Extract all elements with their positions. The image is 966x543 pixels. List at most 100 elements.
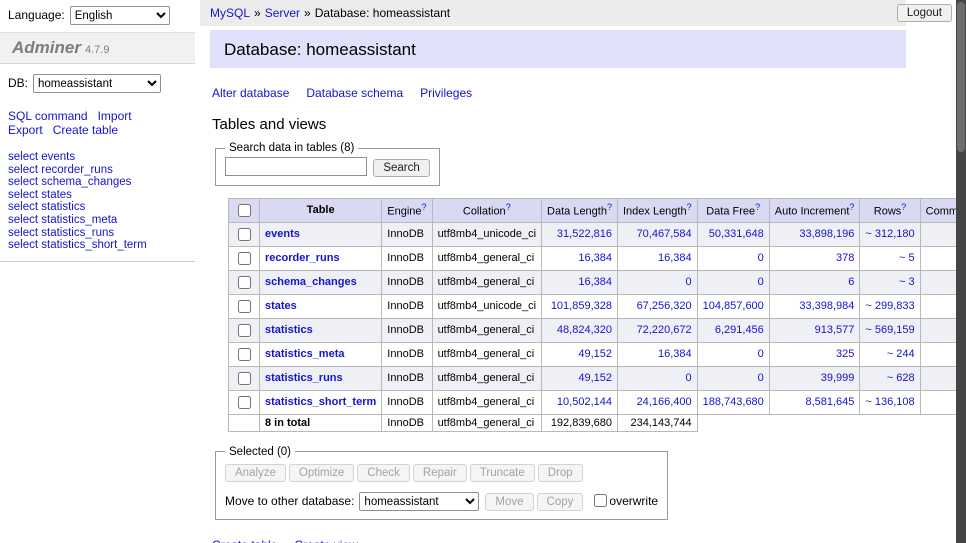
row-checkbox[interactable] <box>238 324 251 337</box>
row-checkbox[interactable] <box>238 300 251 313</box>
sidebar-action-link[interactable]: SQL command <box>8 109 88 123</box>
data-length-link[interactable]: 10,502,144 <box>557 396 612 408</box>
table-name-link[interactable]: statistics_meta <box>265 348 345 360</box>
auto-increment-link[interactable]: 6 <box>848 276 854 288</box>
table-select-link[interactable]: select <box>8 201 38 213</box>
select-all-checkbox[interactable] <box>238 204 251 217</box>
row-checkbox[interactable] <box>238 276 251 289</box>
rows-count-link[interactable]: ~ 312,180 <box>865 228 914 240</box>
table-link[interactable]: statistics <box>41 201 85 213</box>
table-name-link[interactable]: recorder_runs <box>265 252 340 264</box>
rows-count-link[interactable]: ~ 569,159 <box>865 324 914 336</box>
language-select[interactable]: English <box>70 6 170 25</box>
data-free-link[interactable]: 6,291,456 <box>715 324 764 336</box>
table-name-link[interactable]: statistics_short_term <box>265 396 376 408</box>
table-link[interactable]: statistics_runs <box>41 227 114 239</box>
data-length-link[interactable]: 16,384 <box>578 252 612 264</box>
analyze-button[interactable]: Analyze <box>225 464 286 482</box>
help-icon[interactable]: ? <box>755 202 760 212</box>
index-length-link[interactable]: 24,166,400 <box>637 396 692 408</box>
table-select-link[interactable]: select <box>8 227 38 239</box>
table-select-link[interactable]: select <box>8 189 38 201</box>
table-select-link[interactable]: select <box>8 214 38 226</box>
data-length-link[interactable]: 48,824,320 <box>557 324 612 336</box>
help-icon[interactable]: ? <box>422 202 427 212</box>
table-link[interactable]: statistics_meta <box>41 214 117 226</box>
auto-increment-link[interactable]: 913,577 <box>815 324 855 336</box>
rows-count-link[interactable]: ~ 3 <box>899 276 915 288</box>
rows-count-link[interactable]: ~ 5 <box>899 252 915 264</box>
auto-increment-link[interactable]: 33,898,196 <box>799 228 854 240</box>
rows-count-link[interactable]: ~ 628 <box>887 372 915 384</box>
data-length-link[interactable]: 16,384 <box>578 276 612 288</box>
index-length-link[interactable]: 0 <box>686 276 692 288</box>
table-name-link[interactable]: schema_changes <box>265 276 357 288</box>
table-link[interactable]: statistics_short_term <box>41 239 146 251</box>
search-button[interactable]: Search <box>373 159 429 177</box>
db-action-link[interactable]: Database schema <box>306 86 403 100</box>
table-name-link[interactable]: statistics <box>265 324 313 336</box>
help-icon[interactable]: ? <box>849 202 854 212</box>
move-button[interactable]: Move <box>485 493 533 511</box>
index-length-link[interactable]: 72,220,672 <box>637 324 692 336</box>
row-checkbox[interactable] <box>238 396 251 409</box>
help-icon[interactable]: ? <box>687 202 692 212</box>
index-length-link[interactable]: 16,384 <box>658 348 692 360</box>
rows-count-link[interactable]: ~ 136,108 <box>865 396 914 408</box>
logout-button[interactable]: Logout <box>897 4 952 22</box>
index-length-link[interactable]: 16,384 <box>658 252 692 264</box>
table-name-link[interactable]: events <box>265 228 300 240</box>
db-action-link[interactable]: Privileges <box>420 86 472 100</box>
table-select-link[interactable]: select <box>8 239 38 251</box>
create-link[interactable]: Create view <box>294 538 357 543</box>
optimize-button[interactable]: Optimize <box>289 464 354 482</box>
overwrite-checkbox[interactable] <box>594 494 607 507</box>
table-select-link[interactable]: select <box>8 164 38 176</box>
repair-button[interactable]: Repair <box>413 464 467 482</box>
data-free-link[interactable]: 0 <box>758 348 764 360</box>
table-select-link[interactable]: select <box>8 151 38 163</box>
sidebar-action-link[interactable]: Create table <box>53 123 118 137</box>
move-db-select[interactable]: homeassistant <box>359 492 479 511</box>
data-length-link[interactable]: 49,152 <box>578 348 612 360</box>
search-input[interactable] <box>225 157 367 176</box>
db-action-link[interactable]: Alter database <box>212 86 289 100</box>
scrollbar-thumb[interactable] <box>957 2 965 152</box>
help-icon[interactable]: ? <box>901 202 906 212</box>
create-link[interactable]: Create table <box>212 538 277 543</box>
scrollbar[interactable] <box>956 0 966 543</box>
data-length-link[interactable]: 49,152 <box>578 372 612 384</box>
table-link[interactable]: schema_changes <box>41 176 131 188</box>
check-button[interactable]: Check <box>357 464 410 482</box>
data-free-link[interactable]: 0 <box>758 276 764 288</box>
truncate-button[interactable]: Truncate <box>470 464 535 482</box>
data-free-link[interactable]: 0 <box>758 372 764 384</box>
table-link[interactable]: states <box>41 189 72 201</box>
row-checkbox[interactable] <box>238 372 251 385</box>
auto-increment-link[interactable]: 325 <box>836 348 854 360</box>
row-checkbox[interactable] <box>238 228 251 241</box>
auto-increment-link[interactable]: 39,999 <box>821 372 855 384</box>
help-icon[interactable]: ? <box>506 202 511 212</box>
data-free-link[interactable]: 50,331,648 <box>709 228 764 240</box>
data-free-link[interactable]: 0 <box>758 252 764 264</box>
index-length-link[interactable]: 70,467,584 <box>637 228 692 240</box>
rows-count-link[interactable]: ~ 244 <box>887 348 915 360</box>
data-free-link[interactable]: 188,743,680 <box>703 396 764 408</box>
index-length-link[interactable]: 0 <box>686 372 692 384</box>
table-name-link[interactable]: states <box>265 300 297 312</box>
table-link[interactable]: events <box>41 151 75 163</box>
data-length-link[interactable]: 31,522,816 <box>557 228 612 240</box>
breadcrumb-link[interactable]: MySQL <box>210 6 250 20</box>
data-length-link[interactable]: 101,859,328 <box>551 300 612 312</box>
index-length-link[interactable]: 67,256,320 <box>637 300 692 312</box>
sidebar-action-link[interactable]: Import <box>98 109 132 123</box>
drop-button[interactable]: Drop <box>538 464 583 482</box>
sidebar-action-link[interactable]: Export <box>8 123 43 137</box>
rows-count-link[interactable]: ~ 299,833 <box>865 300 914 312</box>
copy-button[interactable]: Copy <box>537 493 584 511</box>
table-select-link[interactable]: select <box>8 176 38 188</box>
data-free-link[interactable]: 104,857,600 <box>703 300 764 312</box>
auto-increment-link[interactable]: 33,398,984 <box>799 300 854 312</box>
auto-increment-link[interactable]: 8,581,645 <box>805 396 854 408</box>
